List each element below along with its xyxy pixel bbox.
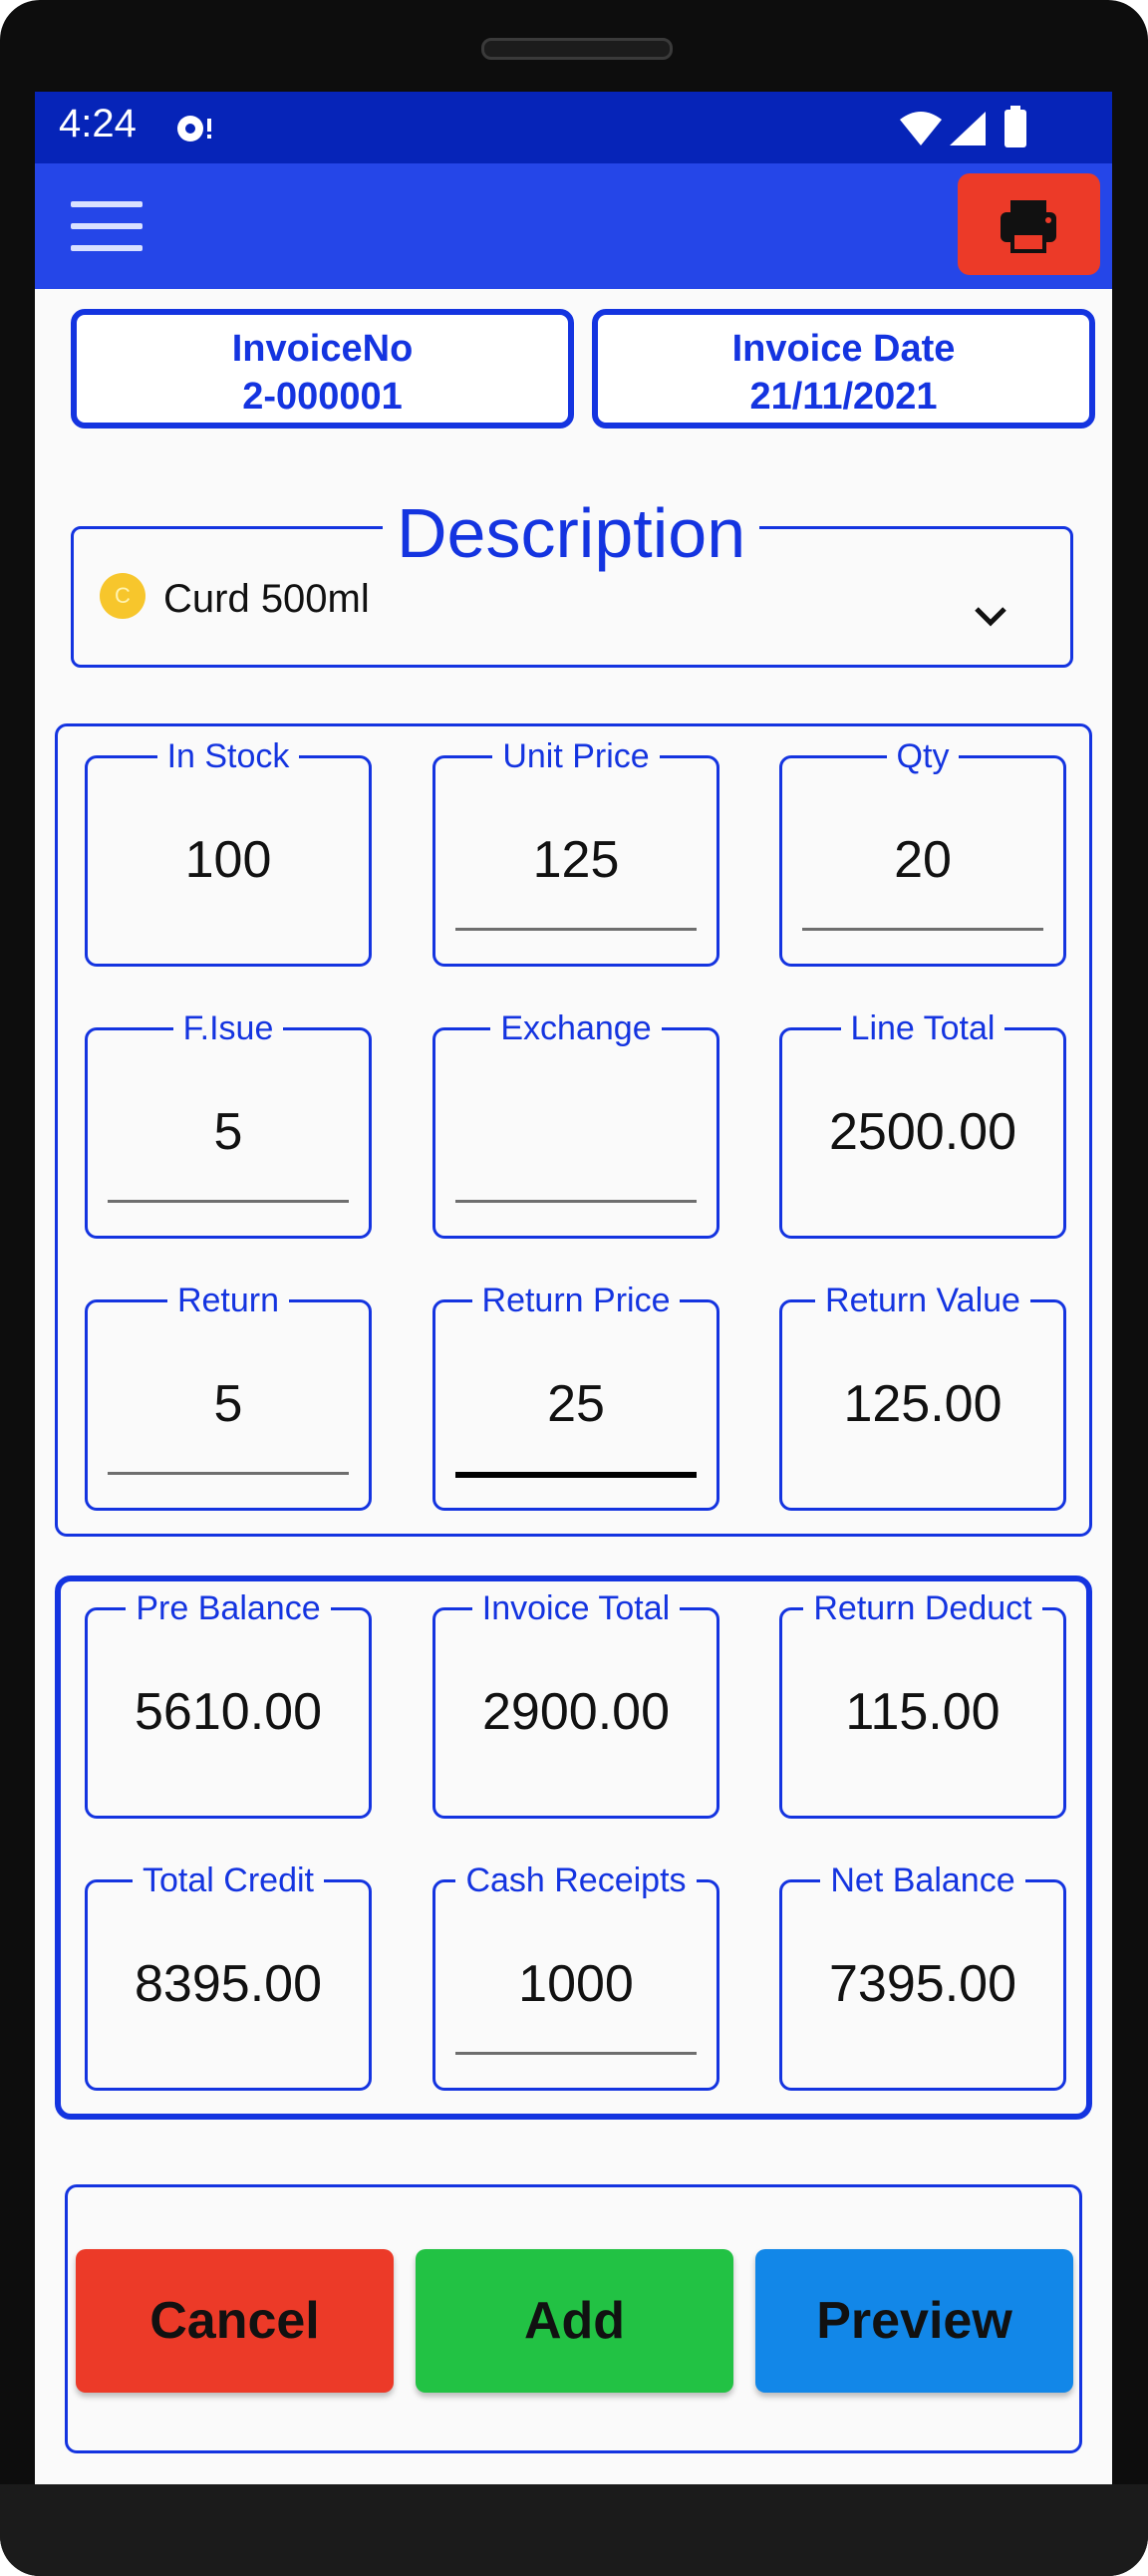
invoice-date-value: 21/11/2021 — [749, 376, 938, 418]
total-credit-field: Total Credit 8395.00 — [85, 1861, 372, 2091]
invoice-no-box: InvoiceNo 2-000001 — [71, 309, 574, 429]
unit-price-label: Unit Price — [492, 737, 660, 775]
preview-button[interactable]: Preview — [755, 2249, 1073, 2393]
cancel-button[interactable]: Cancel — [76, 2249, 394, 2393]
net-balance-value: 7395.00 — [829, 1955, 1016, 2013]
description-label: Description — [383, 493, 760, 573]
invoice-date-label: Invoice Date — [731, 328, 956, 370]
f-issue-field[interactable]: F.Isue 5 — [85, 1009, 372, 1239]
cash-receipts-field[interactable]: Cash Receipts 1000 — [432, 1861, 719, 2091]
input-underline-active — [455, 1472, 697, 1478]
return-value: 5 — [213, 1375, 243, 1433]
screen: 4:24 InvoiceNo 2-000001 Invoice Date 21/… — [35, 92, 1112, 2484]
input-underline — [455, 928, 697, 931]
return-value-value: 125.00 — [843, 1375, 1003, 1433]
qty-field[interactable]: Qty 20 — [779, 737, 1066, 967]
return-value-field: Return Value 125.00 — [779, 1282, 1066, 1511]
pre-balance-value: 5610.00 — [135, 1683, 322, 1741]
invoice-total-value: 2900.00 — [482, 1683, 670, 1741]
qty-value: 20 — [894, 831, 952, 889]
input-underline — [108, 1472, 349, 1475]
return-value-label: Return Value — [815, 1282, 1030, 1319]
return-deduct-label: Return Deduct — [803, 1589, 1042, 1627]
input-underline — [802, 928, 1043, 931]
navigation-bar — [0, 2484, 1148, 2576]
in-stock-label: In Stock — [156, 737, 300, 775]
cash-receipts-label: Cash Receipts — [455, 1861, 697, 1899]
line-total-value: 2500.00 — [829, 1103, 1016, 1161]
print-button[interactable] — [958, 173, 1100, 275]
return-label: Return — [166, 1282, 290, 1319]
in-stock-field: In Stock 100 — [85, 737, 372, 967]
return-price-value: 25 — [547, 1375, 605, 1433]
description-selected-value: Curd 500ml — [163, 577, 370, 621]
invoice-total-label: Invoice Total — [471, 1589, 681, 1627]
input-underline — [108, 1200, 349, 1203]
wifi-icon — [900, 112, 942, 145]
f-issue-value: 5 — [213, 1103, 243, 1161]
signal-icon — [950, 112, 986, 145]
invoice-date-box[interactable]: Invoice Date 21/11/2021 — [592, 309, 1095, 429]
chevron-down-icon[interactable] — [971, 603, 1010, 629]
return-deduct-field: Return Deduct 115.00 — [779, 1589, 1066, 1819]
notification-icon — [177, 116, 211, 142]
summary-group: Pre Balance 5610.00 Invoice Total 2900.0… — [55, 1575, 1092, 2120]
invoice-no-value: 2-000001 — [242, 376, 403, 418]
description-dropdown[interactable]: Description C Curd 500ml — [71, 493, 1073, 668]
add-button[interactable]: Add — [416, 2249, 733, 2393]
cash-receipts-value: 1000 — [518, 1955, 634, 2013]
print-icon — [1001, 200, 1056, 253]
return-price-label: Return Price — [471, 1282, 681, 1319]
invoice-no-label: InvoiceNo — [231, 328, 414, 370]
pre-balance-label: Pre Balance — [126, 1589, 331, 1627]
action-bar: Cancel Add Preview — [65, 2184, 1082, 2453]
phone-frame: 4:24 InvoiceNo 2-000001 Invoice Date 21/… — [0, 0, 1148, 2576]
line-total-field: Line Total 2500.00 — [779, 1009, 1066, 1239]
exchange-field[interactable]: Exchange — [432, 1009, 719, 1239]
app-bar — [35, 163, 1112, 289]
menu-icon[interactable] — [71, 201, 143, 253]
line-item-group: In Stock 100 Unit Price 125 Qty 20 F.Isu… — [55, 723, 1092, 1537]
return-price-field[interactable]: Return Price 25 — [432, 1282, 719, 1511]
return-deduct-value: 115.00 — [845, 1683, 1001, 1741]
line-total-label: Line Total — [840, 1009, 1005, 1047]
input-underline — [455, 2052, 697, 2055]
coin-icon: C — [100, 573, 145, 619]
unit-price-value: 125 — [532, 831, 620, 889]
exchange-label: Exchange — [490, 1009, 662, 1047]
invoice-total-field: Invoice Total 2900.00 — [432, 1589, 719, 1819]
net-balance-label: Net Balance — [820, 1861, 1025, 1899]
status-bar: 4:24 — [35, 92, 1112, 163]
total-credit-value: 8395.00 — [135, 1955, 322, 2013]
in-stock-value: 100 — [184, 831, 272, 889]
pre-balance-field: Pre Balance 5610.00 — [85, 1589, 372, 1819]
input-underline — [455, 1200, 697, 1203]
status-time: 4:24 — [59, 102, 137, 145]
f-issue-label: F.Isue — [172, 1009, 284, 1047]
qty-label: Qty — [886, 737, 960, 775]
total-credit-label: Total Credit — [133, 1861, 324, 1899]
return-field[interactable]: Return 5 — [85, 1282, 372, 1511]
unit-price-field[interactable]: Unit Price 125 — [432, 737, 719, 967]
net-balance-field: Net Balance 7395.00 — [779, 1861, 1066, 2091]
speaker — [481, 38, 673, 60]
battery-icon — [1004, 106, 1026, 147]
